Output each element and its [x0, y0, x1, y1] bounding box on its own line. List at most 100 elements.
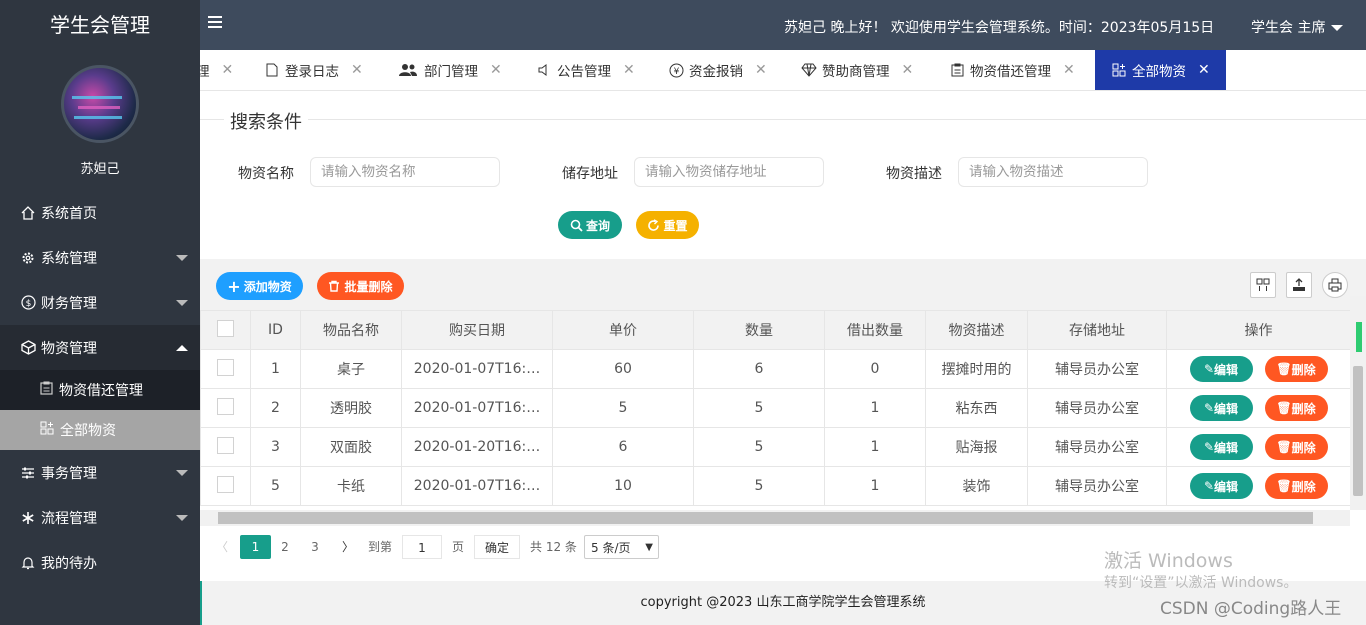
- sidebar-item-label: 全部物资: [60, 423, 116, 439]
- column-header[interactable]: 单价: [552, 310, 694, 350]
- column-header[interactable]: 购买日期: [401, 310, 553, 350]
- next-page-icon[interactable]: 〉: [340, 535, 356, 559]
- avatar[interactable]: [61, 65, 139, 143]
- cell-lent: 0: [824, 349, 926, 389]
- cell-desc: 装饰: [925, 466, 1028, 506]
- delete-button[interactable]: 🗑 删除: [1264, 434, 1328, 460]
- field-label-desc: 物资描述: [886, 166, 942, 182]
- cell-actions: ✎ 编辑 🗑 删除: [1166, 427, 1350, 467]
- close-icon[interactable]: ✕: [490, 62, 502, 78]
- close-icon[interactable]: ✕: [351, 62, 363, 78]
- edit-button[interactable]: ✎ 编辑: [1189, 395, 1253, 421]
- close-icon[interactable]: ✕: [222, 62, 234, 78]
- tab-reimburse[interactable]: ¥ 资金报销 ✕: [668, 50, 767, 90]
- tab-all-materials[interactable]: 全部物资 ✕: [1095, 50, 1226, 90]
- select-all-cell[interactable]: [200, 310, 251, 350]
- field-label-address: 储存地址: [562, 166, 618, 182]
- horizontal-scroll-thumb[interactable]: [218, 512, 1313, 524]
- close-icon[interactable]: ✕: [902, 62, 914, 78]
- page-button[interactable]: 3: [305, 535, 325, 559]
- plus-icon: +: [227, 276, 241, 296]
- svg-text:$: $: [25, 299, 31, 309]
- column-header[interactable]: 物品名称: [300, 310, 402, 350]
- row-checkbox[interactable]: [217, 436, 234, 454]
- print-button[interactable]: [1322, 272, 1348, 298]
- row-checkbox[interactable]: [217, 397, 234, 415]
- chevron-down-icon: [176, 255, 188, 261]
- close-icon[interactable]: ✕: [1063, 62, 1075, 78]
- sidebar-item-home[interactable]: 系统首页: [0, 190, 200, 235]
- search-input-address[interactable]: 请输入物资储存地址: [634, 157, 824, 187]
- goto-page-input[interactable]: 1: [402, 535, 442, 559]
- search-input-desc[interactable]: 请输入物资描述: [958, 157, 1148, 187]
- tab-notice[interactable]: 公告管理 ✕: [536, 50, 635, 90]
- delete-button[interactable]: 🗑 删除: [1264, 473, 1328, 499]
- column-header[interactable]: 借出数量: [824, 310, 926, 350]
- tab-bar: 理✕ 登录日志 ✕ 部门管理✕ 公告管理✕ ¥ 资金报销✕ 赞助商管理✕ 物资借还…: [200, 50, 1366, 91]
- batch-delete-button[interactable]: 批量删除: [317, 272, 404, 300]
- user-role-dropdown[interactable]: 学生会 主席: [1251, 17, 1344, 37]
- cell-lent: 1: [824, 427, 926, 467]
- tab-login-log[interactable]: 登录日志 ✕: [264, 50, 363, 90]
- column-header[interactable]: ID: [250, 310, 301, 350]
- close-icon[interactable]: ✕: [623, 62, 635, 78]
- sidebar-item-affairs[interactable]: 事务管理: [0, 450, 200, 495]
- cell-price: 6: [552, 427, 694, 467]
- edit-button[interactable]: ✎ 编辑: [1189, 473, 1253, 499]
- tab-partial[interactable]: 理✕: [200, 50, 233, 90]
- table-row: 3 双面胶 2020-01-20T16:… 6 5 1 贴海报 辅导员办公室 ✎…: [200, 427, 1350, 467]
- search-legend: 搜索条件: [200, 108, 1366, 134]
- tab-department[interactable]: 部门管理 ✕: [397, 50, 502, 90]
- sidebar-subitem-borrow[interactable]: 物资借还管理: [0, 370, 200, 410]
- page-button[interactable]: 2: [275, 535, 295, 559]
- grid-icon: [1111, 62, 1127, 78]
- sidebar-item-label: 我的待办: [41, 555, 97, 572]
- column-header[interactable]: 存储地址: [1027, 310, 1167, 350]
- goto-confirm-button[interactable]: 确定: [474, 535, 520, 559]
- column-header[interactable]: 物资描述: [925, 310, 1028, 350]
- cell-lent: 1: [824, 466, 926, 506]
- cell-desc: 贴海报: [925, 427, 1028, 467]
- row-checkbox[interactable]: [217, 358, 234, 376]
- export-button[interactable]: [1286, 272, 1312, 298]
- snowflake-icon: [20, 510, 36, 526]
- delete-button[interactable]: 🗑 删除: [1264, 356, 1328, 382]
- sidebar: 学生会管理 苏妲己 系统首页 系统管理 $ 财务管理 物资管理 物资借还管理 全…: [0, 0, 200, 625]
- close-icon[interactable]: ✕: [755, 62, 767, 78]
- prev-page-icon[interactable]: 〈: [214, 535, 230, 559]
- menu-toggle-icon[interactable]: [208, 16, 222, 31]
- sidebar-subitem-all[interactable]: 全部物资: [0, 410, 200, 450]
- csdn-watermark: CSDN @Coding路人王: [1160, 599, 1342, 619]
- tab-borrow[interactable]: 物资借还管理 ✕: [949, 50, 1075, 90]
- column-filter-button[interactable]: [1250, 272, 1276, 298]
- close-icon[interactable]: ✕: [1198, 62, 1210, 78]
- reset-button[interactable]: 重置: [636, 211, 699, 239]
- sidebar-item-system[interactable]: 系统管理: [0, 235, 200, 280]
- cell-address: 辅导员办公室: [1027, 466, 1167, 506]
- sidebar-item-process[interactable]: 流程管理: [0, 495, 200, 540]
- sidebar-item-materials[interactable]: 物资管理: [0, 325, 200, 370]
- page-button[interactable]: 1: [240, 535, 271, 559]
- vertical-scroll-thumb[interactable]: [1353, 366, 1363, 496]
- select-all-checkbox[interactable]: [217, 319, 234, 337]
- clipboard-icon: [949, 62, 965, 78]
- delete-button[interactable]: 🗑 删除: [1264, 395, 1328, 421]
- row-checkbox[interactable]: [217, 475, 234, 493]
- add-material-button[interactable]: + 添加物资: [216, 272, 303, 300]
- sidebar-item-finance[interactable]: $ 财务管理: [0, 280, 200, 325]
- cell-address: 辅导员办公室: [1027, 349, 1167, 389]
- tab-sponsor[interactable]: 赞助商管理 ✕: [801, 50, 913, 90]
- cell-qty: 5: [693, 427, 825, 467]
- query-button[interactable]: 查询: [558, 211, 622, 239]
- edit-button[interactable]: ✎ 编辑: [1189, 356, 1253, 382]
- sidebar-item-todo[interactable]: 我的待办: [0, 540, 200, 585]
- page-size-select[interactable]: 5 条/页 ▼: [584, 535, 659, 559]
- export-icon: [1293, 278, 1305, 291]
- refresh-icon: [648, 218, 660, 231]
- search-input-name[interactable]: 请输入物资名称: [310, 157, 500, 187]
- diamond-icon: [801, 62, 817, 78]
- tab-label: 登录日志: [285, 64, 339, 80]
- cell-actions: ✎ 编辑 🗑 删除: [1166, 349, 1350, 389]
- edit-button[interactable]: ✎ 编辑: [1189, 434, 1253, 460]
- column-header[interactable]: 数量: [693, 310, 825, 350]
